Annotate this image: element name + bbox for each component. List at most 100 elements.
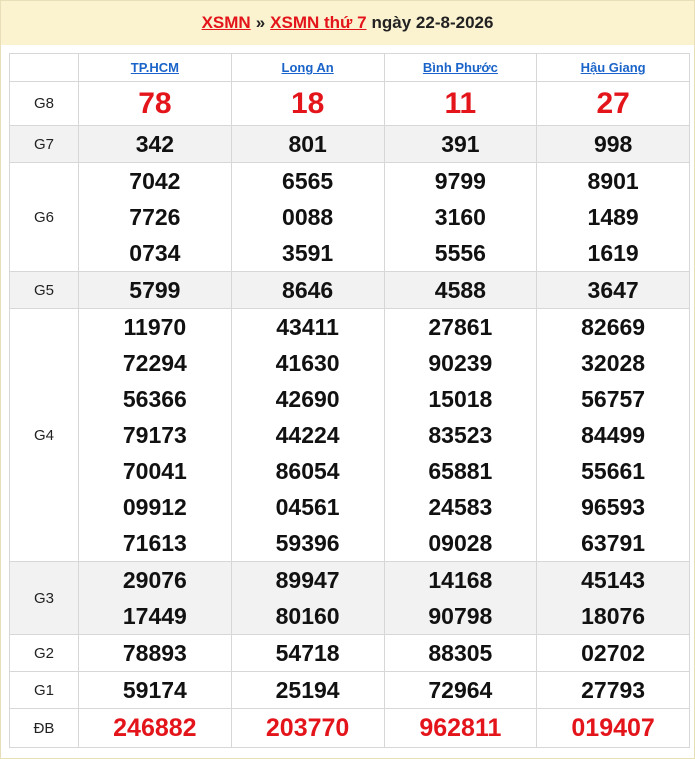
prize-number: 02702 [581,640,646,666]
prize-cell: 6565 0088 3591 [230,162,385,272]
prize-number: 72294 [122,350,187,376]
prize-cell: 27793 [536,671,690,709]
province-header: Bình Phước [383,53,538,82]
prize-row-g8: G8 78 18 11 27 [9,81,690,126]
prize-label: G4 [9,308,79,562]
prize-number: 27 [596,86,630,120]
prize-row-g6: G6 7042 7726 0734 6565 0088 3591 9799 31… [9,162,690,272]
prize-number: 90798 [428,603,493,629]
prize-number: 83523 [428,422,493,448]
prize-cell: 962811 [383,708,538,748]
prize-number: 04561 [275,494,340,520]
prize-cell: 78 [78,81,232,126]
prize-cell: 27 [536,81,690,126]
province-link-binh-phuoc[interactable]: Bình Phước [423,60,498,75]
prize-number: 18076 [581,603,646,629]
prize-number: 7726 [129,204,181,230]
prize-number: 342 [135,131,175,157]
prize-number: 59174 [122,677,187,703]
prize-number: 86054 [275,458,340,484]
prize-number: 42690 [275,386,340,412]
prize-cell: 8646 [230,271,385,309]
xsmn-saturday-link[interactable]: XSMN thứ 7 [270,13,366,33]
prize-cell: 9799 3160 5556 [383,162,538,272]
prize-number: 3647 [587,277,639,303]
prize-cell: 45143 18076 [536,561,690,635]
prize-row-g7: G7 342 801 391 998 [9,125,690,163]
prize-label: G7 [9,125,79,163]
prize-label: G6 [9,162,79,272]
prize-number: 0088 [282,204,334,230]
prize-row-g5: G5 5799 8646 4588 3647 [9,271,690,309]
prize-number: 29076 [122,567,187,593]
special-prize-number: 019407 [571,713,655,742]
prize-number: 65881 [428,458,493,484]
province-header-row: TP.HCM Long An Bình Phước Hậu Giang [9,53,690,82]
prize-cell: 998 [536,125,690,163]
prize-number: 9799 [434,168,486,194]
prize-number: 1619 [587,240,639,266]
prize-number: 391 [441,131,480,157]
prize-number: 43411 [276,314,339,340]
prize-number: 11970 [123,314,187,340]
prize-number: 14168 [428,567,493,593]
draw-date: ngày 22-8-2026 [371,13,494,32]
province-link-long-an[interactable]: Long An [282,60,334,75]
prize-label: G2 [9,634,79,672]
prize-cell: 7042 7726 0734 [78,162,232,272]
prize-number: 88305 [428,640,493,666]
prize-row-g1: G1 59174 25194 72964 27793 [9,671,690,709]
prize-cell: 342 [78,125,232,163]
prize-row-g2: G2 78893 54718 88305 02702 [9,634,690,672]
prize-number: 78893 [122,640,187,666]
prize-label: G3 [9,561,79,635]
province-link-hau-giang[interactable]: Hậu Giang [581,60,646,75]
prize-cell: 18 [230,81,385,126]
prize-number: 84499 [581,422,646,448]
prize-cell: 82669 32028 56757 84499 55661 96593 6379… [536,308,690,562]
prize-number: 54718 [275,640,340,666]
prize-number: 79173 [122,422,187,448]
prize-number: 71613 [122,530,187,556]
special-prize-number: 203770 [265,713,350,742]
prize-number: 801 [288,131,327,157]
prize-cell: 203770 [230,708,385,748]
prize-number: 8646 [282,277,334,303]
prize-number: 70041 [122,458,187,484]
prize-number: 80160 [275,603,340,629]
prize-number: 11 [444,86,477,120]
prize-cell: 019407 [536,708,690,748]
special-prize-number: 962811 [419,713,502,742]
prize-cell: 27861 90239 15018 83523 65881 24583 0902… [383,308,538,562]
prize-cell: 25194 [230,671,385,709]
prize-number: 44224 [275,422,340,448]
prize-number: 18 [290,86,325,120]
province-header: Long An [230,53,385,82]
prize-number: 09912 [122,494,187,520]
prize-number: 89947 [275,567,340,593]
results-table: TP.HCM Long An Bình Phước Hậu Giang G8 7… [9,53,690,748]
prize-number: 90239 [428,350,493,376]
prize-label: G1 [9,671,79,709]
breadcrumb-separator: » [255,13,266,32]
prize-number: 24583 [428,494,493,520]
prize-number: 78 [138,86,172,120]
prize-row-special: ĐB 246882 203770 962811 019407 [9,708,690,748]
prize-cell: 4588 [383,271,538,309]
province-link-tphcm[interactable]: TP.HCM [131,60,179,75]
prize-cell: 391 [383,125,538,163]
prize-number: 998 [593,131,633,157]
prize-number: 56757 [581,386,646,412]
prize-cell: 8901 1489 1619 [536,162,690,272]
prize-number: 32028 [581,350,646,376]
results-panel: XSMN » XSMN thứ 7 ngày 22-8-2026 TP.HCM … [0,0,695,759]
prize-cell: 11 [383,81,538,126]
prize-number: 63791 [581,530,646,556]
prize-number: 41630 [275,350,340,376]
special-prize-number: 246882 [113,713,197,742]
prize-cell: 29076 17449 [78,561,232,635]
prize-number: 82669 [581,314,646,340]
xsmn-link[interactable]: XSMN [202,13,251,33]
prize-number: 25194 [275,677,340,703]
prize-cell: 59174 [78,671,232,709]
